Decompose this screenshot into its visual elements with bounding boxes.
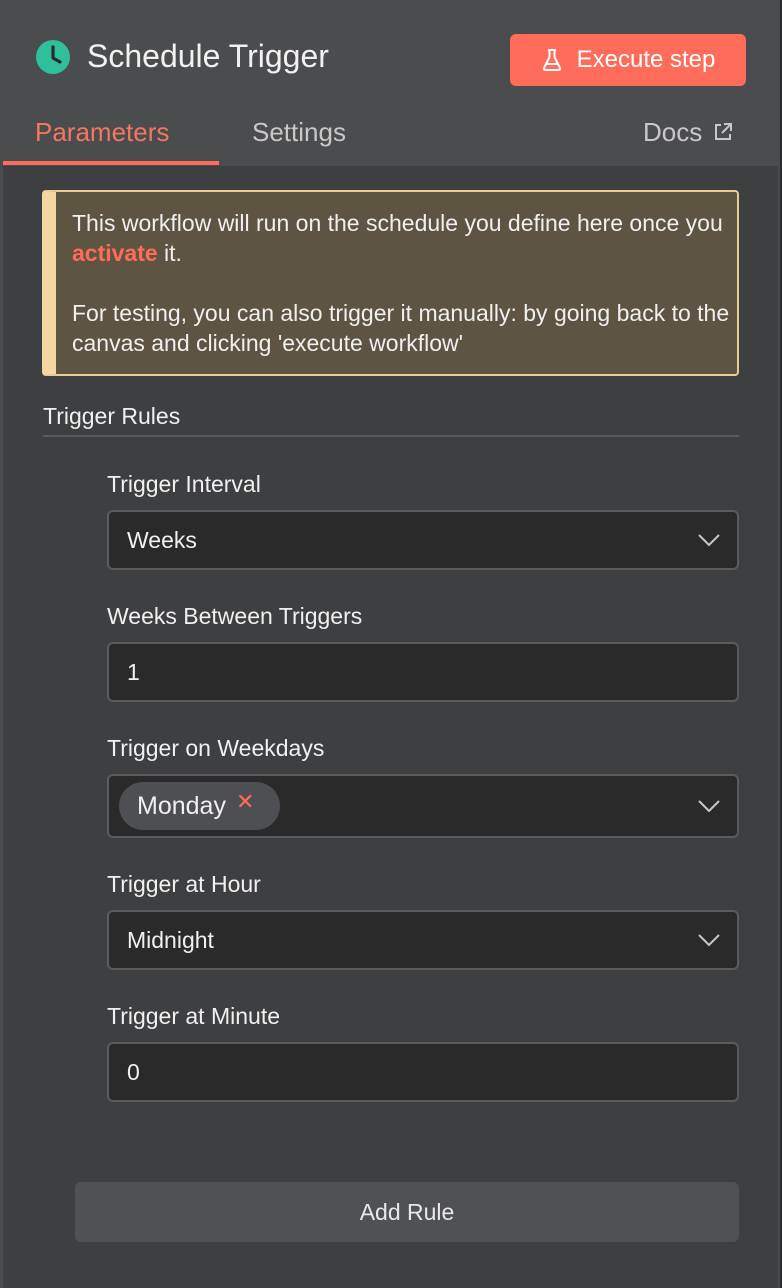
active-tab-indicator bbox=[3, 161, 219, 165]
section-divider bbox=[43, 435, 739, 437]
weekdays-multiselect[interactable]: Monday ✕ bbox=[107, 774, 739, 838]
flask-icon bbox=[542, 49, 561, 71]
trigger-hour-select[interactable]: Midnight bbox=[107, 910, 739, 970]
weekday-chip: Monday ✕ bbox=[119, 782, 281, 830]
trigger-minute-label: Trigger at Minute bbox=[107, 1003, 280, 1029]
weeks-between-value: 1 bbox=[127, 658, 140, 685]
weeks-between-input[interactable]: 1 bbox=[107, 642, 739, 702]
trigger-minute-value: 0 bbox=[127, 1058, 140, 1085]
weekdays-label: Trigger on Weekdays bbox=[107, 735, 325, 761]
weeks-between-label: Weeks Between Triggers bbox=[107, 603, 363, 629]
trigger-interval-select[interactable]: Weeks bbox=[107, 510, 739, 570]
trigger-minute-input[interactable]: 0 bbox=[107, 1042, 739, 1102]
notice-text: This workflow will run on the schedule y… bbox=[72, 210, 723, 236]
trigger-rules-title: Trigger Rules bbox=[43, 403, 181, 429]
clock-icon bbox=[36, 40, 70, 74]
activate-link[interactable]: activate bbox=[72, 240, 158, 266]
external-link-icon bbox=[715, 123, 733, 140]
panel-header: Schedule Trigger Execute step Parameters… bbox=[3, 0, 778, 166]
notice-line-2: For testing, you can also trigger it man… bbox=[72, 300, 730, 356]
chevron-down-icon bbox=[698, 800, 720, 813]
chevron-down-icon bbox=[698, 934, 720, 947]
docs-link[interactable]: Docs bbox=[643, 114, 734, 150]
notice-text-end: it. bbox=[157, 240, 182, 266]
chevron-down-icon bbox=[698, 534, 720, 547]
notice-line-1: This workflow will run on the schedule y… bbox=[72, 208, 737, 268]
trigger-hour-label: Trigger at Hour bbox=[107, 871, 261, 897]
trigger-interval-label: Trigger Interval bbox=[107, 471, 261, 497]
trigger-hour-value: Midnight bbox=[127, 926, 214, 953]
node-panel: Schedule Trigger Execute step Parameters… bbox=[0, 0, 780, 1288]
node-title: Schedule Trigger bbox=[87, 38, 329, 74]
remove-chip-icon[interactable]: ✕ bbox=[236, 789, 254, 815]
docs-label: Docs bbox=[643, 117, 703, 147]
tab-settings[interactable]: Settings bbox=[252, 114, 346, 150]
weekday-chip-label: Monday bbox=[137, 791, 226, 820]
schedule-notice: This workflow will run on the schedule y… bbox=[42, 190, 739, 376]
trigger-interval-value: Weeks bbox=[127, 526, 197, 553]
add-rule-button[interactable]: Add Rule bbox=[75, 1182, 739, 1242]
tab-parameters[interactable]: Parameters bbox=[35, 114, 169, 150]
execute-step-button[interactable]: Execute step bbox=[510, 34, 746, 86]
execute-step-label: Execute step bbox=[576, 46, 716, 73]
